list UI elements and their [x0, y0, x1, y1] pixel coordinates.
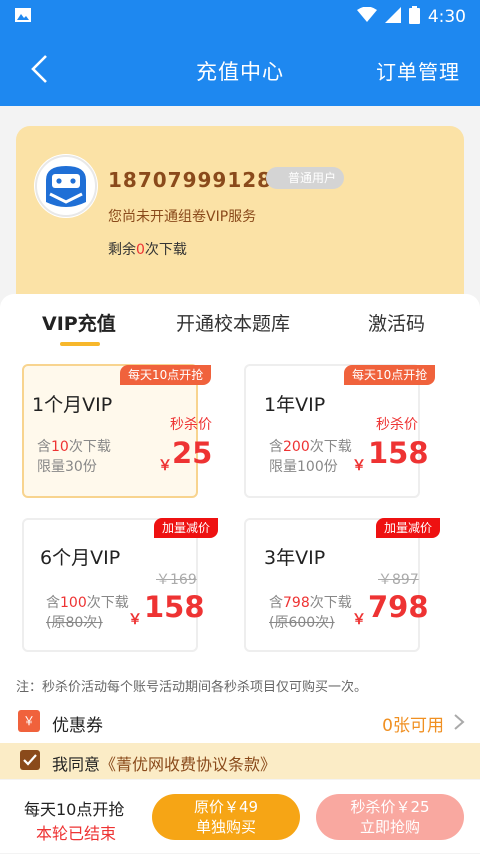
- active-tab-indicator: [60, 342, 100, 346]
- plan-ribbon: 加量减价: [154, 518, 219, 538]
- user-phone: 18707999128: [108, 168, 273, 192]
- check-icon: [23, 754, 37, 766]
- currency-symbol: ￥: [352, 612, 366, 628]
- original-price: ￥897: [378, 572, 419, 588]
- image-icon: [14, 7, 32, 27]
- plan-title: 1个月VIP: [32, 394, 113, 416]
- plan-title: 1年VIP: [264, 394, 326, 416]
- user-level-badge: 普通用户: [266, 167, 345, 189]
- plan-price: 25: [172, 436, 213, 470]
- plan-price: 798: [368, 590, 429, 624]
- sale-time-text: 每天10点开抢: [24, 800, 125, 819]
- tab-activation-code[interactable]: 激活码: [368, 309, 425, 336]
- plan-downloads: 含10次下载: [37, 439, 111, 455]
- coupon-count[interactable]: 0张可用: [382, 711, 444, 736]
- chevron-right-icon: [452, 713, 466, 731]
- plan-downloads: 含798次下载: [269, 595, 352, 611]
- coupon-icon: ￥: [18, 710, 40, 732]
- order-management-link[interactable]: 订单管理: [376, 56, 460, 85]
- agreement-text: 我同意《菁优网收费协议条款》: [52, 755, 277, 774]
- wifi-icon: [356, 6, 377, 28]
- plan-title: 3年VIP: [264, 547, 326, 569]
- currency-symbol: ￥: [158, 458, 172, 474]
- buy-original-price-button[interactable]: 原价￥49 单独购买: [152, 794, 300, 840]
- sale-status-text: 本轮已结束: [36, 824, 117, 843]
- agreement-link[interactable]: 《菁优网收费协议条款》: [100, 755, 276, 774]
- battery-icon: [408, 5, 420, 29]
- remaining-count: 0: [136, 242, 145, 258]
- vip-status-text: 您尚未开通组卷VIP服务: [108, 209, 257, 225]
- coupon-label: 优惠券: [52, 716, 103, 736]
- top-nav-bar: 充值中心 订单管理: [0, 34, 480, 106]
- plan-quota: 限量100份: [269, 459, 338, 475]
- plan-original-downloads: (原80次): [46, 615, 103, 631]
- plan-downloads: 含100次下载: [46, 595, 129, 611]
- original-price: ￥169: [156, 572, 197, 588]
- plan-downloads: 含200次下载: [269, 439, 352, 455]
- plan-price: 158: [368, 436, 429, 470]
- status-bar: 4:30: [0, 0, 480, 34]
- flash-sale-tag: 秒杀价: [170, 417, 212, 433]
- flash-sale-tag: 秒杀价: [376, 417, 418, 433]
- clock: 4:30: [427, 7, 466, 27]
- plan-title: 6个月VIP: [40, 547, 121, 569]
- plan-quota: 限量30份: [37, 459, 97, 475]
- plan-ribbon: 每天10点开抢: [120, 365, 212, 385]
- signal-icon: [384, 6, 401, 28]
- agreement-checkbox[interactable]: [20, 750, 40, 770]
- plan-original-downloads: (原600次): [269, 615, 335, 631]
- plan-ribbon: 每天10点开抢: [344, 365, 436, 385]
- flash-sale-buy-button[interactable]: 秒杀价￥25 立即抢购: [316, 794, 464, 840]
- recharge-panel: [0, 294, 480, 740]
- currency-symbol: ￥: [128, 612, 142, 628]
- avatar: [34, 154, 98, 218]
- remaining-downloads: 剩余0次下载: [108, 242, 187, 258]
- tab-vip-recharge[interactable]: VIP充值: [42, 309, 116, 336]
- plan-price: 158: [144, 590, 205, 624]
- flash-sale-note: 注：秒杀价活动每个账号活动期间各秒杀项目仅可购买一次。: [16, 680, 368, 695]
- currency-symbol: ￥: [352, 458, 366, 474]
- tab-school-question-bank[interactable]: 开通校本题库: [176, 309, 290, 336]
- plan-ribbon: 加量减价: [376, 518, 441, 538]
